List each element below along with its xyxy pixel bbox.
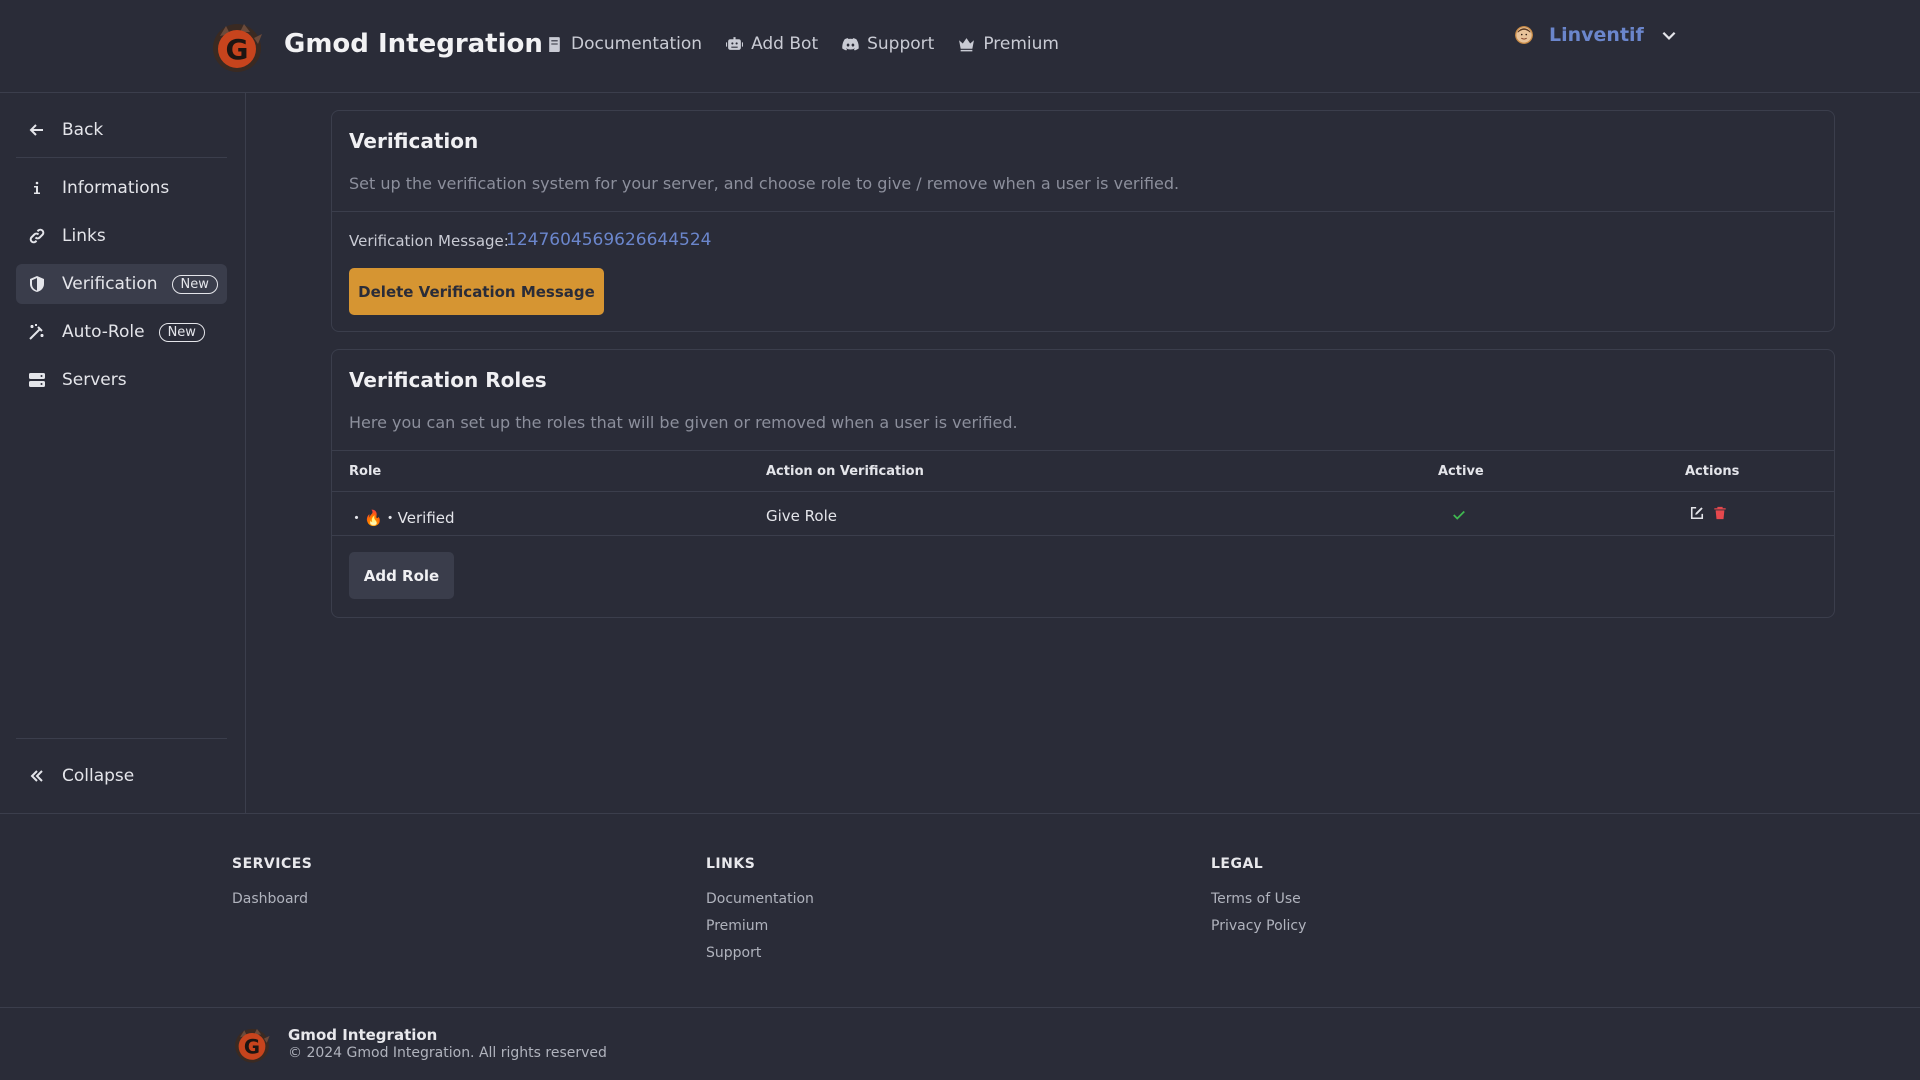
footer-link-documentation[interactable]: Documentation [706,891,814,907]
sidebar-item-servers[interactable]: Servers [16,360,227,400]
arrow-left-icon [29,124,43,136]
nav-add-bot[interactable]: Add Bot [726,34,818,54]
sidebar-collapse[interactable]: Collapse [16,756,227,796]
sidebar-item-auto-role[interactable]: Auto-Role New [16,312,227,352]
sidebar-item-verification[interactable]: Verification New [16,264,227,304]
column-header-actions: Actions [1685,464,1740,479]
footer-heading: SERVICES [232,856,313,872]
role-action: Give Role [766,507,837,525]
footer-links: LINKS Documentation Premium Support [706,856,814,972]
column-header-role: Role [349,464,382,479]
sidebar-item-label: Auto-Role [62,322,145,342]
crown-icon [959,37,975,51]
user-menu[interactable]: Linventif [1515,24,1678,46]
actions-cell [1690,506,1727,524]
nav-label: Documentation [571,34,703,54]
active-cell [1452,508,1466,526]
nav-label: Add Bot [751,34,819,54]
nav-label: Support [867,34,935,54]
svg-text:G: G [244,1035,260,1058]
new-badge: New [171,274,218,294]
new-badge: New [158,322,205,342]
footer-link-premium[interactable]: Premium [706,918,814,934]
verification-card: Verification Set up the verification sys… [331,110,1835,332]
footer-divider [0,1007,1920,1008]
role-name: ・🔥・Verified [349,509,455,527]
verification-title: Verification [349,129,479,153]
sidebar-item-label: Verification [62,274,158,294]
nav-documentation[interactable]: Documentation [546,34,702,54]
gmod-logo-icon: G [235,1028,270,1063]
avatar [1515,26,1533,44]
sidebar-item-label: Back [62,120,104,140]
book-icon [549,36,560,52]
footer-link-terms[interactable]: Terms of Use [1211,891,1306,907]
link-icon [29,228,45,244]
robot-icon [726,36,744,50]
sidebar-divider [16,157,227,158]
nav-premium[interactable]: Premium [958,34,1059,54]
footer-brand: Gmod Integration [288,1026,438,1044]
nav-label: Premium [983,34,1059,54]
footer-link-privacy[interactable]: Privacy Policy [1211,918,1306,934]
footer-legal: LEGAL Terms of Use Privacy Policy [1211,856,1306,945]
sidebar-item-links[interactable]: Links [16,216,227,256]
card-divider [332,211,1834,212]
table-divider [332,535,1834,536]
top-nav: Documentation Add Bot Support Premium [546,34,1059,54]
sidebar-divider [16,738,227,739]
sidebar-back[interactable]: Back [16,110,227,150]
sidebar-item-label: Collapse [62,766,135,786]
check-icon [1453,510,1465,520]
footer-link-support[interactable]: Support [706,945,814,961]
column-header-action: Action on Verification [766,464,924,479]
magic-wand-icon [29,324,44,340]
table-divider [332,491,1834,492]
brand-title[interactable]: Gmod Integration [284,29,543,59]
delete-verification-message-button[interactable]: Delete Verification Message [349,268,604,315]
server-icon [29,373,45,387]
sidebar-item-label: Links [62,226,106,246]
sidebar: Back Informations Links Verification New… [0,93,246,813]
top-header: G Gmod Integration Documentation Add Bot… [0,0,1920,93]
verification-message-label: Verification Message: [349,232,509,250]
double-chevron-left-icon [30,770,43,782]
sidebar-item-label: Servers [62,370,127,390]
verification-roles-card: Verification Roles Here you can set up t… [331,349,1835,618]
gmod-logo-icon[interactable]: G [210,20,264,74]
trash-icon[interactable] [1713,506,1727,520]
shield-icon [30,276,44,292]
footer-copyright: © 2024 Gmod Integration. All rights rese… [288,1045,607,1061]
discord-icon [842,37,859,50]
chevron-down-icon [1662,31,1676,40]
sidebar-item-label: Informations [62,178,170,198]
footer-heading: LEGAL [1211,856,1264,872]
info-icon [34,181,40,194]
footer-divider [0,813,1920,814]
verification-description: Set up the verification system for your … [349,174,1180,193]
svg-text:G: G [226,33,249,66]
verification-message-id[interactable]: 1247604569626644524 [506,230,712,250]
edit-icon[interactable] [1690,506,1704,520]
roles-description: Here you can set up the roles that will … [349,413,1018,432]
footer-link-dashboard[interactable]: Dashboard [232,891,312,907]
column-header-active: Active [1438,464,1484,479]
footer-services: SERVICES Dashboard [232,856,312,918]
add-role-button[interactable]: Add Role [349,552,454,599]
sidebar-item-informations[interactable]: Informations [16,168,227,208]
card-divider [332,450,1834,451]
footer-heading: LINKS [706,856,756,872]
nav-support[interactable]: Support [842,34,934,54]
username: Linventif [1549,24,1644,46]
roles-title: Verification Roles [349,368,547,392]
